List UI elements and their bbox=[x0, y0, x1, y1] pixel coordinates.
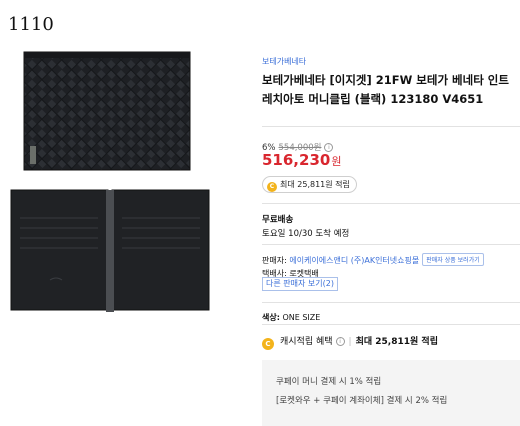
cash-label: 캐시적립 혜택 bbox=[280, 337, 333, 347]
final-price-number: 516,230 bbox=[262, 151, 331, 169]
divider bbox=[262, 244, 520, 245]
brand-link[interactable]: 보테가베네타 bbox=[262, 56, 306, 67]
coupay-benefit-box bbox=[262, 360, 520, 426]
divider bbox=[262, 302, 520, 303]
other-sellers-button[interactable]: 다른 판매자 보기(2) bbox=[262, 277, 338, 291]
coupay-line-1: 쿠페이 머니 결제 시 1% 적립 bbox=[276, 377, 382, 387]
seller-name-link[interactable]: 에이케이에스앤디 (주)AK인터넷쇼핑몰 bbox=[289, 256, 419, 265]
cash-max: 최대 25,811원 적립 bbox=[355, 337, 438, 347]
cash-reward-row: C 캐시적립 혜택 i | 최대 25,811원 적립 bbox=[262, 334, 438, 350]
product-title: 보테가베네타 [이지겟] 21FW 보테가 베네타 인트레치아토 머니클립 (블… bbox=[262, 73, 509, 106]
wallet-closed-image bbox=[23, 51, 191, 171]
option-value: ONE SIZE bbox=[282, 313, 321, 322]
wallet-open-image bbox=[10, 189, 210, 312]
seller-row: 판매자: 에이케이에스앤디 (주)AK인터넷쇼핑몰 판매자 상품 보러가기 bbox=[262, 253, 484, 266]
final-price: 516,230원 bbox=[262, 151, 341, 169]
coin-icon: C bbox=[267, 182, 277, 192]
seller-products-button[interactable]: 판매자 상품 보러가기 bbox=[422, 253, 484, 266]
divider bbox=[262, 203, 520, 204]
reward-badge: C 최대 25,811원 적립 bbox=[262, 176, 357, 193]
seller-label: 판매자: bbox=[262, 256, 290, 265]
product-id-label: 1110 bbox=[8, 14, 54, 35]
option-row: 색상: ONE SIZE bbox=[262, 312, 320, 323]
divider bbox=[262, 324, 520, 325]
info-icon[interactable]: i bbox=[335, 337, 345, 346]
final-price-unit: 원 bbox=[331, 155, 342, 168]
shipping-title: 무료배송 bbox=[262, 215, 294, 225]
divider bbox=[262, 126, 520, 127]
coin-icon: C bbox=[262, 338, 274, 350]
shipping-date: 토요일 10/30 도착 예정 bbox=[262, 229, 350, 239]
coupay-line-2: [로켓와우 + 쿠페이 계좌이체] 결제 시 2% 적립 bbox=[276, 396, 448, 406]
reward-text: 최대 25,811원 적립 bbox=[280, 180, 350, 189]
option-label: 색상: bbox=[262, 313, 280, 322]
separator: | bbox=[348, 337, 352, 347]
